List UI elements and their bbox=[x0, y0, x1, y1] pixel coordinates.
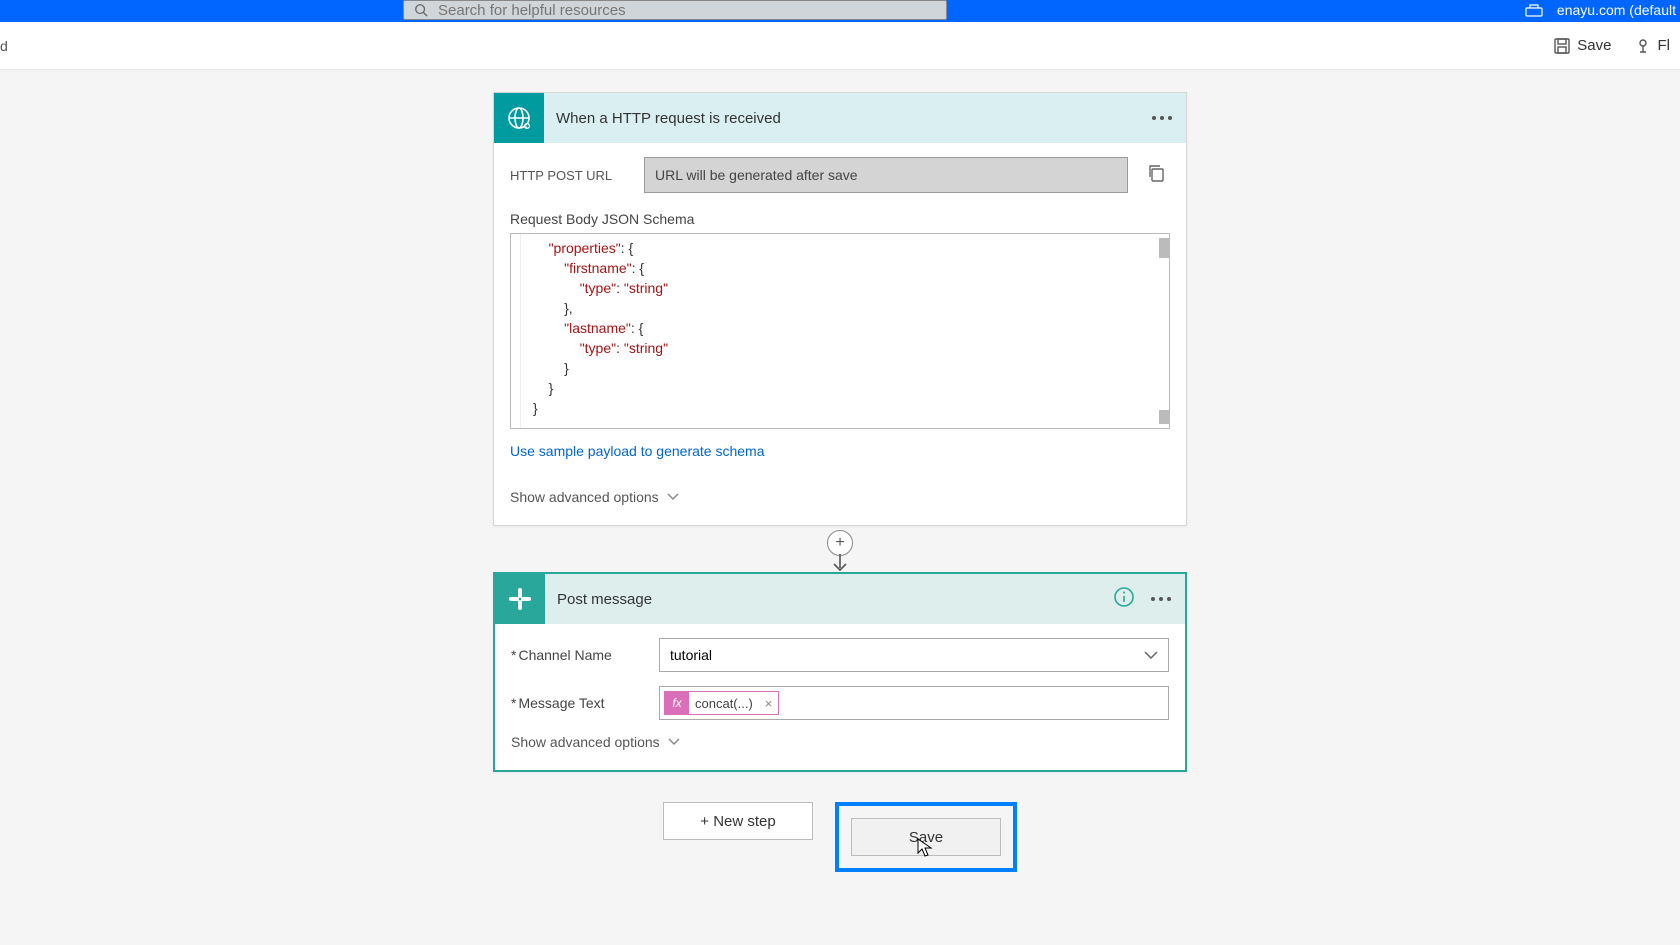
expression-token[interactable]: fx concat(...) × bbox=[664, 691, 779, 715]
chevron-down-icon bbox=[1144, 651, 1158, 659]
search-input[interactable] bbox=[438, 2, 936, 19]
bottom-actions: + New step Save bbox=[0, 802, 1680, 872]
schema-code: "properties": { "firstname": { "type": "… bbox=[519, 238, 1161, 418]
post-message-title: Post message bbox=[545, 591, 1113, 608]
fx-icon: fx bbox=[665, 692, 689, 714]
http-trigger-card: When a HTTP request is received HTTP POS… bbox=[493, 92, 1187, 526]
token-text: concat(...) bbox=[689, 696, 759, 711]
post-message-card: Post message *Channel Name tutorial *Mes… bbox=[493, 572, 1187, 772]
use-sample-payload-link[interactable]: Use sample payload to generate schema bbox=[510, 443, 764, 459]
save-highlight: Save bbox=[835, 802, 1017, 872]
more-icon bbox=[1152, 116, 1172, 120]
save-icon bbox=[1553, 37, 1571, 55]
breadcrumb: d bbox=[0, 38, 8, 54]
tenant-label: enayu.com (default bbox=[1525, 0, 1680, 20]
arrow-down-icon bbox=[832, 554, 848, 572]
flow-checker-icon bbox=[1634, 37, 1652, 55]
http-post-url-value: URL will be generated after save bbox=[644, 157, 1128, 193]
chevron-down-icon bbox=[668, 738, 680, 746]
chevron-down-icon bbox=[667, 493, 679, 501]
message-text-input[interactable]: fx concat(...) × bbox=[659, 686, 1169, 720]
save-command[interactable]: Save bbox=[1553, 37, 1611, 55]
flow-canvas: When a HTTP request is received HTTP POS… bbox=[0, 92, 1680, 872]
search-icon bbox=[414, 3, 428, 17]
copy-icon bbox=[1146, 163, 1166, 183]
directory-icon bbox=[1525, 3, 1543, 17]
info-button[interactable] bbox=[1113, 586, 1135, 613]
copy-url-button[interactable] bbox=[1142, 159, 1170, 192]
message-text-label: *Message Text bbox=[511, 695, 659, 711]
show-advanced-post[interactable]: Show advanced options bbox=[511, 734, 1169, 750]
search-box[interactable] bbox=[403, 0, 947, 20]
http-post-url-label: HTTP POST URL bbox=[510, 168, 630, 183]
schema-textarea[interactable]: "properties": { "firstname": { "type": "… bbox=[510, 233, 1170, 429]
http-trigger-header[interactable]: When a HTTP request is received bbox=[494, 93, 1186, 143]
top-bar: enayu.com (default bbox=[0, 0, 1680, 22]
scrollbar-thumb[interactable] bbox=[1159, 238, 1169, 258]
command-bar: d Save Fl bbox=[0, 22, 1680, 70]
slack-icon bbox=[495, 574, 545, 624]
channel-name-select[interactable]: tutorial bbox=[659, 638, 1169, 672]
post-message-menu[interactable] bbox=[1151, 597, 1185, 601]
http-icon bbox=[494, 93, 544, 143]
post-message-header[interactable]: Post message bbox=[495, 574, 1185, 624]
info-icon bbox=[1113, 586, 1135, 608]
http-trigger-menu[interactable] bbox=[1152, 116, 1186, 120]
http-trigger-title: When a HTTP request is received bbox=[544, 110, 1152, 127]
more-icon bbox=[1151, 597, 1171, 601]
cursor-icon bbox=[917, 838, 933, 858]
new-step-button[interactable]: + New step bbox=[663, 802, 813, 840]
flow-connector: + bbox=[493, 526, 1187, 572]
add-step-inline[interactable]: + bbox=[827, 530, 853, 556]
schema-label: Request Body JSON Schema bbox=[510, 211, 1170, 227]
scrollbar-thumb-bottom[interactable] bbox=[1159, 410, 1169, 424]
flow-checker-command[interactable]: Fl bbox=[1634, 37, 1671, 55]
show-advanced-http[interactable]: Show advanced options bbox=[510, 489, 1170, 505]
token-remove[interactable]: × bbox=[759, 696, 779, 711]
channel-name-label: *Channel Name bbox=[511, 647, 659, 663]
